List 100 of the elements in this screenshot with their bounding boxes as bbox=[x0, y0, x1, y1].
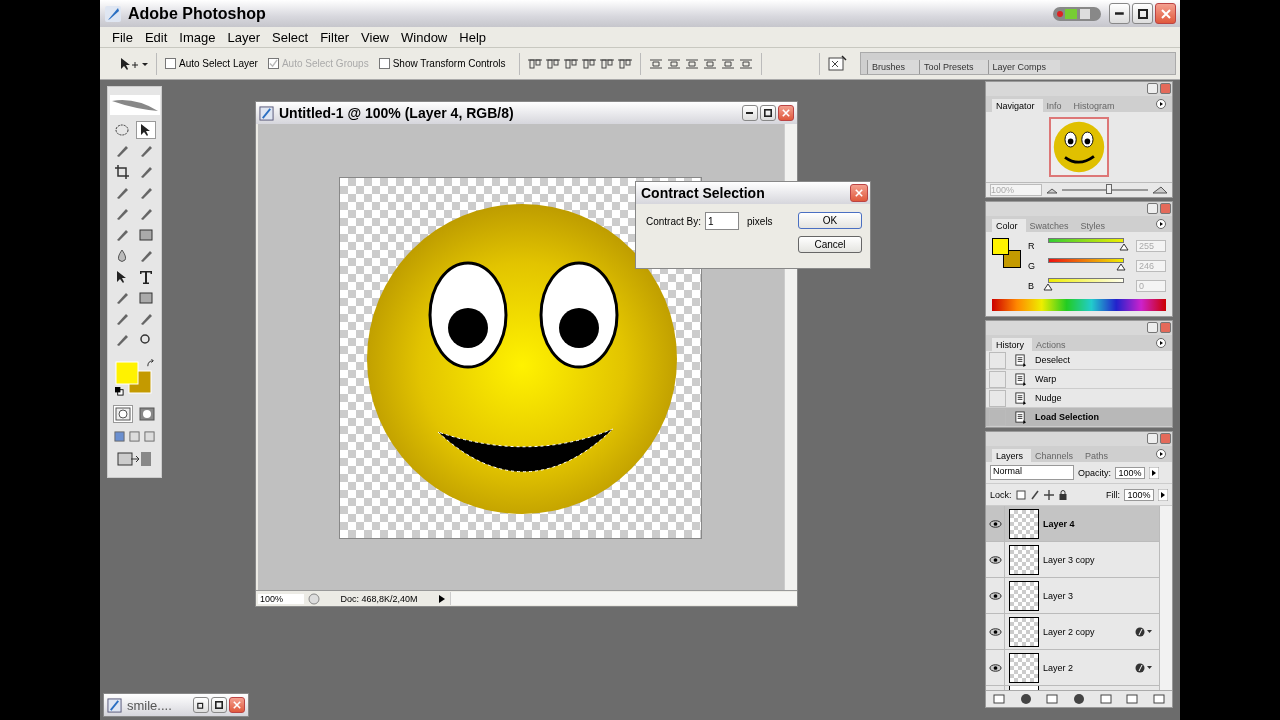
default-colors-icon[interactable] bbox=[114, 387, 124, 396]
palette-tab[interactable]: Navigator bbox=[992, 99, 1043, 112]
align-icon[interactable] bbox=[600, 56, 615, 71]
effects-icon[interactable] bbox=[1135, 626, 1153, 637]
eye-icon[interactable] bbox=[988, 555, 1002, 564]
menu-item[interactable]: Edit bbox=[138, 29, 174, 45]
zoom-in-icon[interactable] bbox=[1152, 186, 1168, 194]
layer-row[interactable]: Layer 2 copy bbox=[986, 614, 1159, 650]
opacity-arrow-icon[interactable] bbox=[1149, 466, 1159, 479]
restore-button[interactable] bbox=[193, 697, 209, 713]
color-swatches-icon[interactable] bbox=[992, 238, 1024, 270]
layer-action-icon[interactable] bbox=[992, 693, 1007, 705]
eye-icon[interactable] bbox=[988, 663, 1002, 672]
gpu-tray-icon[interactable] bbox=[1053, 5, 1101, 22]
palette-tab[interactable]: Styles bbox=[1076, 219, 1114, 232]
blend-mode-dropdown[interactable]: Normal bbox=[990, 465, 1074, 480]
distribute-icon[interactable] bbox=[685, 56, 700, 71]
layer-action-icon[interactable] bbox=[1098, 693, 1113, 705]
move-icon[interactable] bbox=[135, 121, 156, 139]
menu-item[interactable]: Window bbox=[395, 29, 454, 45]
option-checkbox[interactable]: Show Transform Controls bbox=[378, 58, 506, 69]
palette-tab[interactable]: Swatches bbox=[1025, 219, 1077, 232]
color-swatches-icon[interactable] bbox=[114, 361, 153, 395]
layer-action-icon[interactable] bbox=[1045, 693, 1060, 705]
navigator-preview[interactable] bbox=[1049, 117, 1109, 177]
opacity-field[interactable]: 100% bbox=[1115, 466, 1145, 479]
slider-thumb[interactable] bbox=[1043, 283, 1053, 291]
palette-menu-icon[interactable] bbox=[1156, 338, 1166, 348]
maximize-button[interactable] bbox=[760, 105, 776, 121]
layer-action-icon[interactable] bbox=[1151, 693, 1166, 705]
align-icon[interactable] bbox=[546, 56, 561, 71]
menu-item[interactable]: View bbox=[355, 29, 395, 45]
fill-field[interactable]: 100% bbox=[1124, 488, 1154, 501]
eye-icon[interactable] bbox=[988, 591, 1002, 600]
close-button[interactable] bbox=[778, 105, 794, 121]
menu-item[interactable]: Select bbox=[266, 29, 315, 45]
zoom-out-icon[interactable] bbox=[1046, 186, 1058, 194]
status-menu-arrow-icon[interactable] bbox=[438, 593, 446, 604]
close-button[interactable] bbox=[1160, 203, 1171, 214]
palette-tab[interactable]: History bbox=[992, 338, 1032, 351]
layer-action-icon[interactable] bbox=[1125, 693, 1140, 705]
distribute-icon[interactable] bbox=[721, 56, 736, 71]
palette-tab[interactable]: Layer Comps bbox=[987, 60, 1061, 74]
distribute-icon[interactable] bbox=[667, 56, 682, 71]
screen-mode-icon[interactable] bbox=[114, 431, 125, 442]
palette-menu-icon[interactable] bbox=[1156, 99, 1166, 109]
palette-menu-icon[interactable] bbox=[1156, 449, 1166, 459]
option-checkbox[interactable]: Auto Select Layer bbox=[165, 58, 258, 69]
close-button[interactable] bbox=[850, 184, 868, 202]
maximize-button[interactable] bbox=[211, 697, 227, 713]
layer-row[interactable]: Layer 2 bbox=[986, 650, 1159, 686]
close-button[interactable] bbox=[1160, 433, 1171, 444]
palette-tab[interactable]: Color bbox=[992, 219, 1026, 232]
slider-thumb[interactable] bbox=[1119, 243, 1129, 251]
lock-icon[interactable] bbox=[1057, 489, 1068, 500]
zoom-slider[interactable] bbox=[1106, 184, 1113, 194]
history-state[interactable]: Load Selection bbox=[986, 408, 1172, 427]
jump-to-icon[interactable] bbox=[116, 450, 153, 468]
align-icon[interactable] bbox=[564, 56, 579, 71]
palette-tab[interactable]: Brushes bbox=[867, 60, 920, 74]
palette-tab[interactable]: Layers bbox=[992, 449, 1031, 462]
distribute-icon[interactable] bbox=[649, 56, 664, 71]
palette-tab[interactable]: Tool Presets bbox=[919, 60, 988, 74]
palette-tab[interactable]: Paths bbox=[1081, 449, 1117, 462]
menu-item[interactable]: Layer bbox=[221, 29, 267, 45]
close-button[interactable] bbox=[1160, 83, 1171, 94]
fill-arrow-icon[interactable] bbox=[1158, 488, 1168, 501]
zoom-field[interactable]: 100% bbox=[258, 593, 304, 604]
layer-action-icon[interactable] bbox=[1018, 693, 1033, 705]
close-button[interactable] bbox=[229, 697, 245, 713]
palette-menu-icon[interactable] bbox=[1156, 219, 1166, 229]
quick-mask-icon[interactable] bbox=[136, 405, 157, 423]
palette-tab[interactable]: Info bbox=[1042, 99, 1070, 112]
vertical-scrollbar[interactable] bbox=[1159, 506, 1172, 690]
move-tool-icon[interactable] bbox=[118, 55, 148, 72]
history-state[interactable]: Warp bbox=[986, 370, 1172, 389]
menu-item[interactable]: File bbox=[106, 29, 139, 45]
minimized-window[interactable]: smile.... bbox=[103, 693, 249, 717]
menu-item[interactable]: Filter bbox=[314, 29, 356, 45]
lock-transparency-icon[interactable] bbox=[1015, 489, 1026, 500]
history-state[interactable]: Deselect bbox=[986, 351, 1172, 370]
move-icon[interactable] bbox=[1043, 489, 1054, 500]
dialog-button[interactable]: Cancel bbox=[798, 236, 862, 253]
align-icon[interactable] bbox=[528, 56, 543, 71]
minimize-button[interactable] bbox=[1109, 3, 1130, 24]
standard-mode-icon[interactable] bbox=[112, 405, 133, 423]
distribute-icon[interactable] bbox=[703, 56, 718, 71]
align-icon[interactable] bbox=[618, 56, 633, 71]
distribute-icon[interactable] bbox=[739, 56, 754, 71]
layer-row[interactable]: Layer 3 bbox=[986, 578, 1159, 614]
effects-icon[interactable] bbox=[1135, 662, 1153, 673]
close-button[interactable] bbox=[1160, 322, 1171, 333]
palette-tab[interactable]: Channels bbox=[1031, 449, 1082, 462]
layer-row[interactable]: Layer 3 copy bbox=[986, 542, 1159, 578]
palette-tab[interactable]: Histogram bbox=[1069, 99, 1123, 112]
dialog-button[interactable]: OK bbox=[798, 212, 862, 229]
maximize-button[interactable] bbox=[1132, 3, 1153, 24]
palette-tab[interactable]: Actions bbox=[1032, 338, 1074, 351]
minimize-button[interactable] bbox=[742, 105, 758, 121]
input-field[interactable]: 1 bbox=[705, 212, 740, 230]
